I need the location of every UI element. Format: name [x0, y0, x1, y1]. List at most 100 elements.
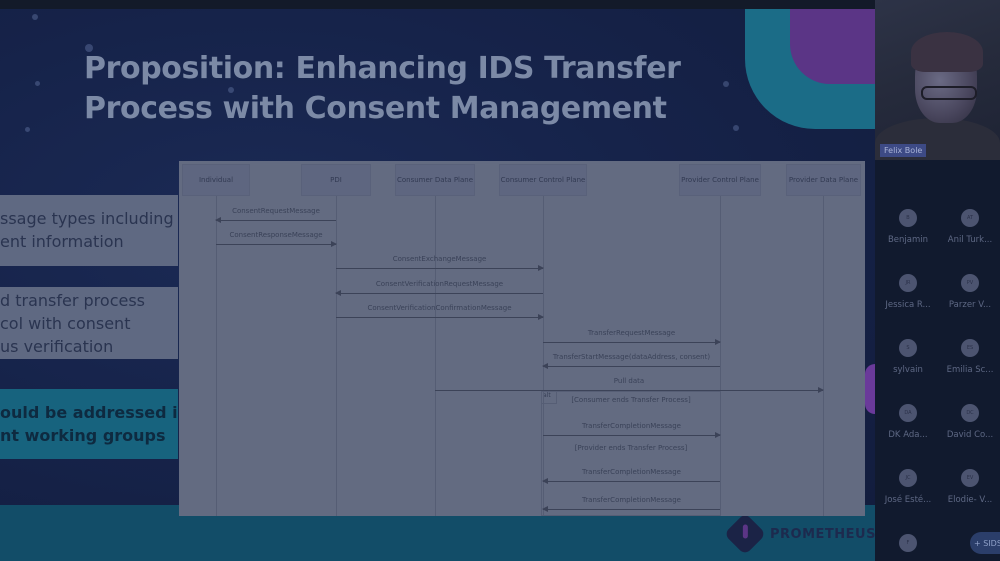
- window-top-strip: [0, 0, 875, 9]
- attendee-avatar: DA: [899, 404, 917, 422]
- lifeline: [823, 196, 824, 516]
- alt-condition-consumer: [Consumer ends Transfer Process]: [571, 396, 691, 404]
- prometheus-logo: PROMETHEUS: [723, 512, 875, 556]
- participant-provider-control-plane: Provider Control Plane: [679, 164, 761, 196]
- attendee-tile[interactable]: Ssylvain: [878, 339, 938, 375]
- message-label: ConsentVerificationRequestMessage: [375, 280, 504, 288]
- attendee-avatar: JC: [899, 469, 917, 487]
- attendee-name: Benjamin: [887, 235, 929, 245]
- attendee-avatar: PV: [961, 274, 979, 292]
- arrow-head-icon: [538, 314, 544, 320]
- participant-consumer-data-plane: Consumer Data Plane: [395, 164, 475, 196]
- arrow-head-icon: [542, 478, 548, 484]
- message-label: TransferStartMessage(dataAddress, consen…: [552, 353, 711, 361]
- message-arrow: [543, 432, 721, 438]
- message-arrow: [542, 506, 720, 512]
- slide-title-line-2: Process with Consent Management: [84, 91, 667, 126]
- attendee-tile[interactable]: JC José Esté...: [878, 469, 938, 505]
- attendee-avatar: EV: [961, 469, 979, 487]
- bullet-text: nt working groups: [0, 426, 166, 445]
- message-arrow: [215, 217, 336, 223]
- participant-consumer-control-plane: Consumer Control Plane: [499, 164, 587, 196]
- attendee-tile[interactable]: AT Anil Turk...: [940, 209, 1000, 245]
- attendee-avatar: DC: [961, 404, 979, 422]
- attendee-avatar: B: [899, 209, 917, 227]
- message-arrow: [336, 265, 544, 271]
- attendee-avatar: F: [899, 534, 917, 552]
- background-star: [32, 14, 38, 20]
- prometheus-logo-icon: [723, 512, 767, 556]
- bullet-box-message-types: ssage types including ent information: [0, 195, 178, 266]
- message-label: TransferRequestMessage: [587, 329, 676, 337]
- attendee-name: Parzer V...: [948, 300, 992, 310]
- attendee-name: Elodie- V...: [947, 495, 993, 505]
- attendee-tile[interactable]: F: [878, 534, 938, 560]
- attendee-tile[interactable]: EV Elodie- V...: [940, 469, 1000, 505]
- participant-provider-data-plane: Provider Data Plane: [786, 164, 861, 196]
- message-label: ConsentExchangeMessage: [392, 255, 487, 263]
- bullet-text: ent information: [0, 232, 124, 251]
- slide-title-line-1: Proposition: Enhancing IDS Transfer: [84, 51, 681, 86]
- message-arrow: [435, 387, 824, 393]
- bullet-text: d transfer process: [0, 291, 145, 310]
- message-label: TransferCompletionMessage: [582, 496, 681, 504]
- message-arrow: [216, 241, 337, 247]
- message-label: ConsentRequestMessage: [232, 207, 320, 215]
- participant-individual: Individual: [182, 164, 250, 196]
- decorative-purple-shape: [790, 9, 875, 84]
- attendee-name: sylvain: [893, 365, 923, 375]
- sequence-diagram: Individual PDI Consumer Data Plane Consu…: [179, 161, 865, 516]
- message-label: TransferCompletionMessage: [582, 422, 681, 430]
- arrow-head-icon: [542, 506, 548, 512]
- lifeline: [720, 196, 721, 516]
- speaker-name-tag: Felix Bole: [880, 144, 927, 157]
- attendee-name: Anil Turk...: [947, 235, 993, 245]
- arrow-head-icon: [335, 290, 341, 296]
- arrow-head-icon: [715, 432, 721, 438]
- attendee-tile[interactable]: B Benjamin: [878, 209, 938, 245]
- message-label: TransferCompletionMessage: [582, 468, 681, 476]
- bullet-text: ould be addressed in: [0, 403, 178, 422]
- message-arrow: [335, 290, 543, 296]
- attendee-avatar: ES: [961, 339, 979, 357]
- message-arrow: [336, 314, 544, 320]
- lifeline: [435, 196, 436, 516]
- attendee-tile[interactable]: DC David Co...: [940, 404, 1000, 440]
- attendee-name: Emilia Sc...: [946, 365, 994, 375]
- arrow-head-icon: [331, 241, 337, 247]
- bullet-box-transfer-process: d transfer process col with consent us v…: [0, 287, 178, 359]
- more-participants-button[interactable]: + SIDSA: [970, 532, 1000, 554]
- attendee-name: José Esté...: [884, 495, 932, 505]
- bullet-box-working-groups: ould be addressed in nt working groups: [0, 389, 178, 459]
- slide-title: Proposition: Enhancing IDS Transfer Proc…: [84, 49, 724, 129]
- speaker-glasses: [921, 86, 977, 100]
- alt-condition-provider: [Provider ends Transfer Process]: [574, 444, 688, 452]
- attendee-tile[interactable]: DA DK Ada...: [878, 404, 938, 440]
- bullet-text: ssage types including: [0, 209, 174, 228]
- attendee-avatar: S: [899, 339, 917, 357]
- arrow-head-icon: [538, 265, 544, 271]
- message-label: ConsentVerificationConfirmationMessage: [367, 304, 512, 312]
- decorative-purple-tab: [865, 364, 875, 414]
- arrow-head-icon: [542, 363, 548, 369]
- background-star: [733, 125, 739, 131]
- message-label: Pull data: [613, 377, 645, 385]
- attendee-name: Jessica R...: [885, 300, 931, 310]
- arrow-head-icon: [818, 387, 824, 393]
- background-star: [25, 127, 30, 132]
- attendee-tile[interactable]: JR Jessica R...: [878, 274, 938, 310]
- prometheus-logo-text: PROMETHEUS: [770, 526, 875, 542]
- background-star: [35, 81, 40, 86]
- attendee-avatar: JR: [899, 274, 917, 292]
- attendee-avatar: AT: [961, 209, 979, 227]
- bullet-text: us verification: [0, 337, 114, 356]
- attendee-tile[interactable]: PV Parzer V...: [940, 274, 1000, 310]
- bullet-text: col with consent: [0, 314, 131, 333]
- speaker-video-tile[interactable]: Felix Bole: [875, 0, 1000, 160]
- attendee-tile[interactable]: ES Emilia Sc...: [940, 339, 1000, 375]
- attendee-name: David Co...: [946, 430, 994, 440]
- participant-pdi: PDI: [301, 164, 371, 196]
- arrow-head-icon: [215, 217, 221, 223]
- meeting-sidebar: Felix Bole B Benjamin AT Anil Turk... JR Jess…: [875, 0, 1000, 561]
- speaker-hair: [911, 32, 983, 72]
